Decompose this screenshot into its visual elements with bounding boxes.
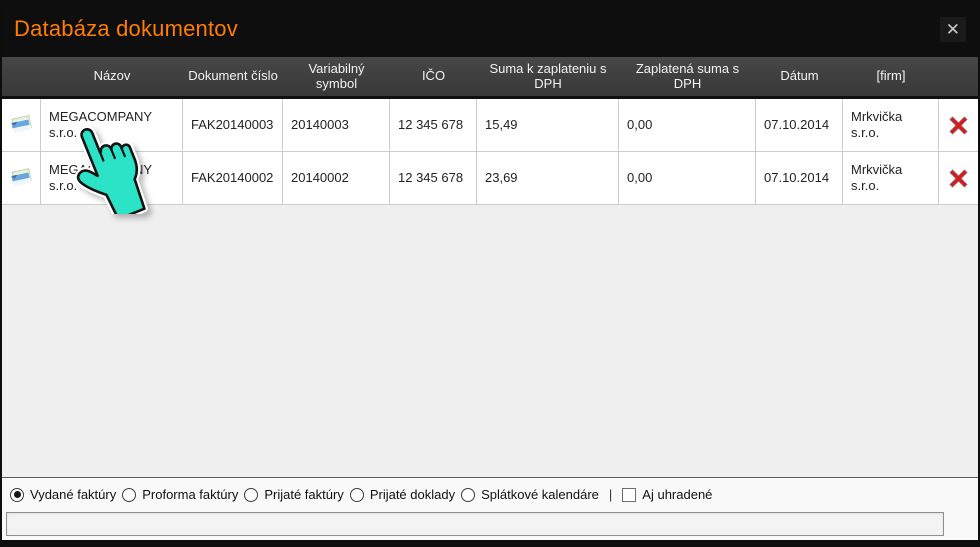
cell-ico: 12 345 678 [390,152,477,205]
checkbox-aj-uhradene[interactable]: Aj uhradené [622,487,712,502]
cell-firm: Mrkvička s.r.o. [843,99,939,152]
filter-separator: | [609,487,612,502]
radio-icon[interactable] [350,488,364,502]
column-header-delete [939,57,978,96]
title-bar: Databáza dokumentov ✕ [2,1,978,57]
checkbox-label: Aj uhradené [642,487,712,502]
cell-suma-k-zaplateniu: 23,69 [477,152,619,205]
cell-zaplatena-suma: 0,00 [619,152,756,205]
radio-icon[interactable] [122,488,136,502]
open-document-icon[interactable] [2,99,41,152]
cell-firm: Mrkvička s.r.o. [843,152,939,205]
radio-icon[interactable] [244,488,258,502]
delete-row-icon[interactable] [939,152,978,205]
radio-label: Vydané faktúry [30,487,116,502]
table-row[interactable]: MEGACOMPANY s.r.o. FAK20140003 20140003 … [2,99,978,152]
column-header-zaplatena-suma[interactable]: Zaplatená suma s DPH [619,57,756,96]
documents-database-dialog: Databáza dokumentov ✕ Názov Dokument čís… [0,0,980,547]
close-icon[interactable]: ✕ [940,17,966,42]
open-document-icon[interactable] [2,152,41,205]
radio-prijate-faktury[interactable]: Prijaté faktúry [244,487,343,502]
column-header-variabilny-symbol[interactable]: Variabilný symbol [283,57,390,96]
cell-ico: 12 345 678 [390,99,477,152]
table-header: Názov Dokument číslo Variabilný symbol I… [2,57,978,99]
cell-zaplatena-suma: 0,00 [619,99,756,152]
cell-dokument-cislo: FAK20140003 [183,99,283,152]
cell-datum: 07.10.2014 [756,152,843,205]
column-header-icon [2,57,41,96]
dialog-title: Databáza dokumentov [14,16,238,42]
column-header-firm[interactable]: [firm] [843,57,939,96]
radio-proforma-faktury[interactable]: Proforma faktúry [122,487,238,502]
empty-table-area [2,205,978,477]
column-header-ico[interactable]: IČO [390,57,477,96]
cell-variabilny-symbol: 20140003 [283,99,390,152]
radio-vydane-faktury[interactable]: Vydané faktúry [10,487,116,502]
cell-nazov: MEGACOMPANY s.r.o. [41,99,183,152]
column-header-dokument-cislo[interactable]: Dokument číslo [183,57,283,96]
radio-icon[interactable] [10,488,24,502]
radio-label: Prijaté doklady [370,487,455,502]
radio-label: Prijaté faktúry [264,487,343,502]
dialog-bottom-border [2,540,978,547]
cell-dokument-cislo: FAK20140002 [183,152,283,205]
cell-variabilny-symbol: 20140002 [283,152,390,205]
document-type-filter-bar: Vydané faktúry Proforma faktúry Prijaté … [2,477,978,511]
column-header-suma-k-zaplateniu[interactable]: Suma k zaplateniu s DPH [477,57,619,96]
column-header-datum[interactable]: Dátum [756,57,843,96]
radio-splatkove-kalendare[interactable]: Splátkové kalendáre [461,487,599,502]
radio-prijate-doklady[interactable]: Prijaté doklady [350,487,455,502]
search-row [2,511,978,540]
table-row[interactable]: MEGACOMPANY s.r.o. FAK20140002 20140002 … [2,152,978,205]
column-header-nazov[interactable]: Názov [41,57,183,96]
checkbox-icon[interactable] [622,488,636,502]
search-input[interactable] [6,512,944,536]
cell-datum: 07.10.2014 [756,99,843,152]
delete-row-icon[interactable] [939,99,978,152]
radio-label: Splátkové kalendáre [481,487,599,502]
radio-icon[interactable] [461,488,475,502]
cell-suma-k-zaplateniu: 15,49 [477,99,619,152]
radio-label: Proforma faktúry [142,487,238,502]
cell-nazov: MEGACOMPANY s.r.o. [41,152,183,205]
